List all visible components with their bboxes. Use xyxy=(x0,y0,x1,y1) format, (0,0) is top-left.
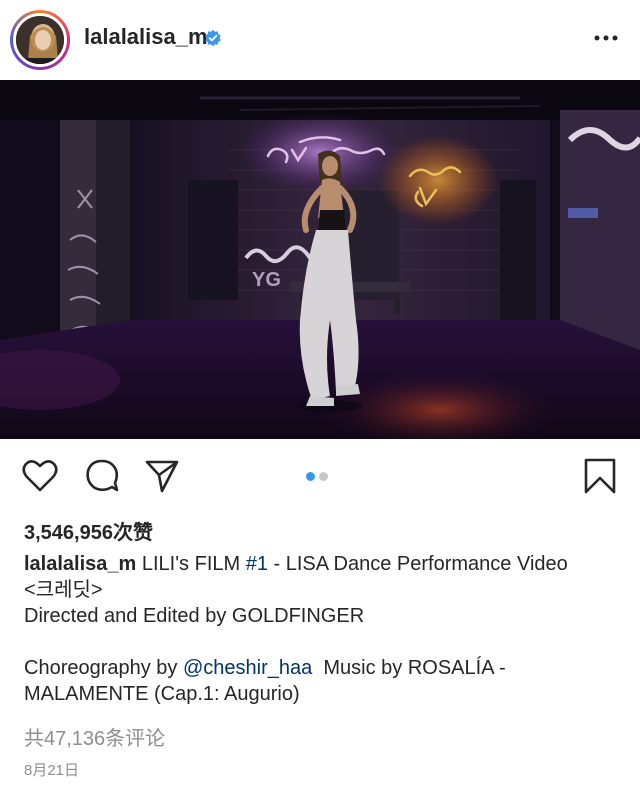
caption-director: Directed and Edited by GOLDFINGER xyxy=(24,605,365,627)
verified-badge-icon xyxy=(205,29,221,47)
caption-text: Music by ROSALÍA - xyxy=(312,657,506,679)
save-button[interactable] xyxy=(580,456,620,496)
view-comments-link[interactable]: 共47,136条评论 xyxy=(24,722,165,751)
caption-music: MALAMENTE (Cap.1: Augurio) xyxy=(24,683,300,705)
caption-credits-label: <크레딧> xyxy=(24,579,103,601)
comment-button[interactable] xyxy=(82,456,122,496)
carousel-dot-active xyxy=(306,472,315,481)
post-date: 8月21日 xyxy=(24,762,80,779)
caption-mention[interactable]: @cheshir_haa xyxy=(183,657,312,679)
bookmark-icon xyxy=(584,458,616,494)
post-caption: lalalalisa_m LILI's FILM #1 - LISA Dance… xyxy=(24,551,624,707)
caption-hashtag[interactable]: #1 xyxy=(246,553,268,575)
post-header: lalalalisa_m xyxy=(0,0,640,80)
comment-icon xyxy=(86,459,119,492)
more-options-icon[interactable] xyxy=(594,28,618,48)
like-button[interactable] xyxy=(20,456,60,496)
caption-text: LILI's FILM xyxy=(136,553,246,575)
carousel-indicator xyxy=(306,472,328,481)
carousel-dot xyxy=(319,472,328,481)
avatar[interactable] xyxy=(13,13,67,67)
heart-icon xyxy=(22,460,58,492)
post-username[interactable]: lalalalisa_m xyxy=(84,24,208,50)
caption-text: - LISA Dance Performance Video xyxy=(267,553,568,575)
post-photo[interactable]: YG xyxy=(0,80,640,439)
share-button[interactable] xyxy=(142,456,182,496)
likes-count[interactable]: 3,546,956次赞 xyxy=(24,516,153,545)
avatar-story-ring[interactable] xyxy=(10,10,70,70)
caption-username[interactable]: lalalalisa_m xyxy=(24,553,136,575)
share-icon xyxy=(145,460,179,493)
post-action-bar xyxy=(0,440,640,514)
caption-text: Choreography by xyxy=(24,657,183,679)
